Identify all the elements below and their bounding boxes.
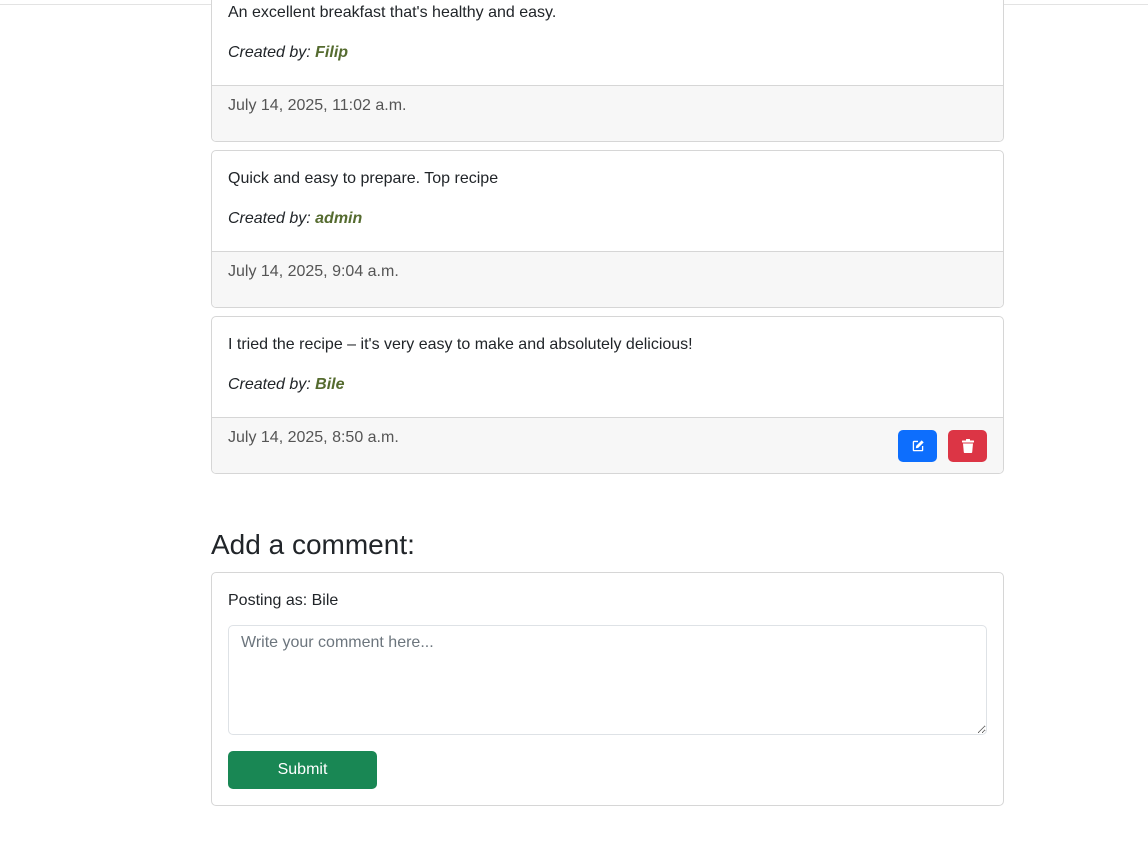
comment-card: Quick and easy to prepare. Top recipe Cr… [211,150,1004,308]
comment-card: I tried the recipe – it's very easy to m… [211,316,1004,474]
edit-icon [911,439,925,453]
comment-form: Posting as: Bile Submit [212,573,1003,805]
comment-timestamp: July 14, 2025, 11:02 a.m. [228,97,407,114]
comment-card: An excellent breakfast that's healthy an… [211,0,1004,142]
comment-text: An excellent breakfast that's healthy an… [228,4,557,21]
comment-body: Quick and easy to prepare. Top recipe Cr… [212,151,1003,251]
comment-text: I tried the recipe – it's very easy to m… [228,336,693,353]
comment-body: An excellent breakfast that's healthy an… [212,0,1003,85]
comments-section: An excellent breakfast that's healthy an… [211,0,1004,814]
delete-comment-button[interactable] [948,430,987,462]
created-by-label: Created by: [228,210,316,227]
add-comment-heading: Add a comment: [211,529,415,560]
trash-icon [961,439,974,453]
created-by-label: Created by: [228,44,316,61]
comment-author: admin [315,210,363,227]
comment-text: Quick and easy to prepare. Top recipe [228,170,499,187]
posting-as-label: Posting as: Bile [228,592,339,609]
comment-author-line: Created by: admin [228,207,987,231]
edit-comment-button[interactable] [898,430,937,462]
comment-body: I tried the recipe – it's very easy to m… [212,317,1003,417]
comment-author-line: Created by: Filip [228,41,987,65]
comment-footer: July 14, 2025, 11:02 a.m. [212,85,1003,141]
comment-author-line: Created by: Bile [228,373,987,397]
comment-footer: July 14, 2025, 9:04 a.m. [212,251,1003,307]
comment-form-card: Posting as: Bile Submit [211,572,1004,806]
comment-author: Bile [315,376,345,393]
comment-timestamp: July 14, 2025, 8:50 a.m. [228,429,399,446]
comment-textarea[interactable] [228,625,987,735]
created-by-label: Created by: [228,376,316,393]
comment-footer: July 14, 2025, 8:50 a.m. [212,417,1003,473]
comment-timestamp: July 14, 2025, 9:04 a.m. [228,263,399,280]
comment-actions [898,430,987,462]
submit-button[interactable]: Submit [228,751,377,789]
comment-author: Filip [315,44,349,61]
